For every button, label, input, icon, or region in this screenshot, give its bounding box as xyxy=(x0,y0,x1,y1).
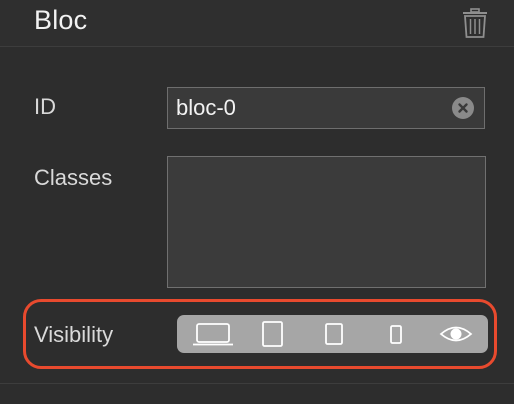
section-divider xyxy=(0,383,514,384)
id-input[interactable] xyxy=(167,87,485,129)
id-label: ID xyxy=(34,94,56,119)
tablet-icon[interactable] xyxy=(254,315,290,353)
visibility-label: Visibility xyxy=(34,322,114,347)
small-tablet-icon[interactable] xyxy=(318,315,350,353)
eye-icon[interactable] xyxy=(437,315,475,353)
properties-panel: Bloc ID Classes Visibility xyxy=(0,0,514,404)
panel-title: Bloc xyxy=(34,5,88,35)
trash-icon[interactable] xyxy=(461,8,489,38)
classes-label: Classes xyxy=(34,165,113,190)
clear-x-icon[interactable] xyxy=(452,97,474,119)
laptop-icon[interactable] xyxy=(187,315,239,353)
phone-icon[interactable] xyxy=(383,315,409,353)
classes-textarea[interactable] xyxy=(167,156,486,288)
panel-header: Bloc xyxy=(0,0,514,47)
